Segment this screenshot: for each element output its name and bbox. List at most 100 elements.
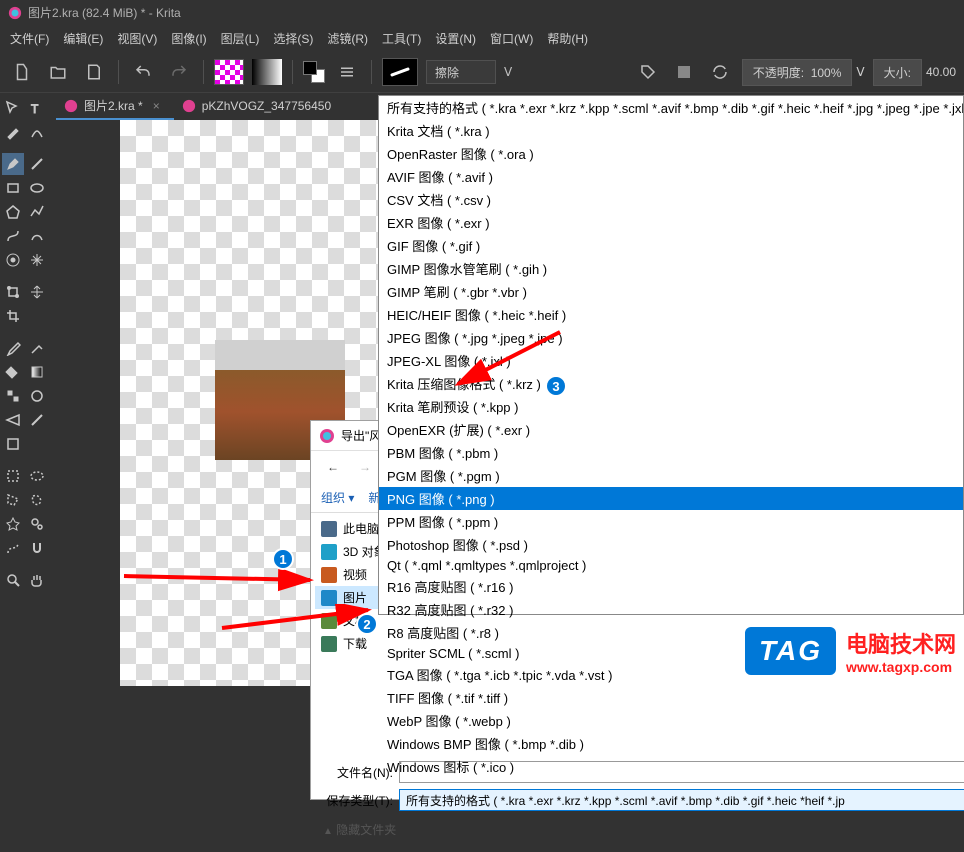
filetype-combo[interactable]: 所有支持的格式 ( *.kra *.exr *.krz *.kpp *.scml… — [399, 789, 964, 811]
format-option[interactable]: EXR 图像 ( *.exr ) — [379, 211, 963, 234]
pattern-tool-icon[interactable] — [2, 385, 24, 407]
menu-image[interactable]: 图像(I) — [165, 27, 212, 50]
opacity-label-button[interactable]: 不透明度: 100% — [742, 59, 853, 86]
pan-tool-icon[interactable] — [26, 569, 48, 591]
blend-mode-input[interactable] — [426, 60, 496, 84]
format-option[interactable]: Photoshop 图像 ( *.psd ) — [379, 533, 963, 556]
ellipse-select-icon[interactable] — [26, 465, 48, 487]
format-option[interactable]: PBM 图像 ( *.pbm ) — [379, 441, 963, 464]
format-option[interactable]: GIF 图像 ( *.gif ) — [379, 234, 963, 257]
format-option[interactable]: R16 高度贴图 ( *.r16 ) — [379, 575, 963, 598]
format-option[interactable]: CSV 文档 ( *.csv ) — [379, 188, 963, 211]
polyline-tool-icon[interactable] — [26, 201, 48, 223]
pattern-swatch[interactable] — [214, 59, 244, 85]
menu-filter[interactable]: 滤镜(R) — [321, 27, 374, 50]
menu-tools[interactable]: 工具(T) — [376, 27, 427, 50]
menu-file[interactable]: 文件(F) — [4, 27, 55, 50]
move-layer-icon[interactable] — [26, 281, 48, 303]
save-file-button[interactable] — [80, 58, 108, 86]
nav-back-button[interactable]: ← — [319, 455, 347, 479]
redo-button[interactable] — [165, 58, 193, 86]
gradient-swatch[interactable] — [252, 59, 282, 85]
reload-icon[interactable] — [706, 58, 734, 86]
format-option[interactable]: Krita 笔刷预设 ( *.kpp ) — [379, 395, 963, 418]
open-file-button[interactable] — [44, 58, 72, 86]
shape-edit-icon[interactable] — [2, 121, 24, 143]
menu-window[interactable]: 窗口(W) — [484, 27, 539, 50]
brush-preview[interactable] — [382, 58, 418, 86]
contiguous-select-icon[interactable] — [2, 513, 24, 535]
lasso-select-icon[interactable] — [26, 489, 48, 511]
calligraphy-icon[interactable] — [26, 121, 48, 143]
swatch-menu-icon[interactable] — [333, 58, 361, 86]
format-option[interactable]: TIFF 图像 ( *.tif *.tiff ) — [379, 686, 963, 709]
format-option[interactable]: GIMP 图像水管笔刷 ( *.gih ) — [379, 257, 963, 280]
format-option[interactable]: OpenRaster 图像 ( *.ora ) — [379, 142, 963, 165]
format-option[interactable]: HEIC/HEIF 图像 ( *.heic *.heif ) — [379, 303, 963, 326]
format-option[interactable]: Windows BMP 图像 ( *.bmp *.dib ) — [379, 732, 963, 755]
similar-select-icon[interactable] — [26, 513, 48, 535]
ellipse-tool-icon[interactable] — [26, 177, 48, 199]
close-icon[interactable]: × — [153, 99, 160, 113]
bezier-select-icon[interactable] — [2, 537, 24, 559]
format-option[interactable]: PGM 图像 ( *.pgm ) — [379, 464, 963, 487]
menu-select[interactable]: 选择(S) — [267, 27, 319, 50]
format-option[interactable]: 所有支持的格式 ( *.kra *.exr *.krz *.kpp *.scml… — [379, 96, 963, 119]
assist-tool-icon[interactable] — [2, 409, 24, 431]
nav-forward-button[interactable]: → — [351, 455, 379, 479]
rect-select-icon[interactable] — [2, 465, 24, 487]
smart-fill-icon[interactable] — [26, 385, 48, 407]
format-option[interactable]: WebP 图像 ( *.webp ) — [379, 709, 963, 732]
measure-tool-icon[interactable] — [26, 409, 48, 431]
format-option[interactable]: JPEG 图像 ( *.jpg *.jpeg *.jpe ) — [379, 326, 963, 349]
eyedropper-icon[interactable] — [2, 337, 24, 359]
format-option[interactable]: Qt ( *.qml *.qmltypes *.qmlproject ) — [379, 556, 963, 575]
polygon-tool-icon[interactable] — [2, 201, 24, 223]
bezier-tool-icon[interactable] — [2, 225, 24, 247]
dropdown-icon[interactable]: ᐯ — [856, 65, 864, 79]
format-option[interactable]: GIMP 笔刷 ( *.gbr *.vbr ) — [379, 280, 963, 303]
rect-tool-icon[interactable] — [2, 177, 24, 199]
color-swap[interactable] — [303, 61, 325, 83]
format-option[interactable]: Windows 图标 ( *.ico ) — [379, 755, 963, 778]
ref-tool-icon[interactable] — [2, 433, 24, 455]
tab-document-2[interactable]: pKZhVOGZ_347756450 — [174, 93, 345, 120]
menu-layer[interactable]: 图层(L) — [215, 27, 266, 50]
tab-document-1[interactable]: 图片2.kra * × — [56, 93, 174, 120]
dynamic-brush-icon[interactable] — [2, 249, 24, 271]
undo-button[interactable] — [129, 58, 157, 86]
menu-settings[interactable]: 设置(N) — [429, 27, 482, 50]
move-tool-icon[interactable] — [2, 97, 24, 119]
tag-icon[interactable] — [634, 58, 662, 86]
picker-icon[interactable] — [26, 337, 48, 359]
format-option[interactable]: JPEG-XL 图像 ( *.jxl ) — [379, 349, 963, 372]
dropdown-icon[interactable]: ᐯ — [504, 65, 512, 79]
magnetic-select-icon[interactable] — [26, 537, 48, 559]
fill-tool-icon[interactable] — [2, 361, 24, 383]
text-tool-icon[interactable]: T — [26, 97, 48, 119]
brush-tool-icon[interactable] — [2, 153, 24, 175]
zoom-tool-icon[interactable] — [2, 569, 24, 591]
format-option[interactable]: PPM 图像 ( *.ppm ) — [379, 510, 963, 533]
line-tool-icon[interactable] — [26, 153, 48, 175]
format-option[interactable]: AVIF 图像 ( *.avif ) — [379, 165, 963, 188]
multibrush-icon[interactable] — [26, 249, 48, 271]
new-file-button[interactable] — [8, 58, 36, 86]
crop-tool-icon[interactable] — [2, 305, 24, 327]
format-option[interactable]: PNG 图像 ( *.png ) — [379, 487, 963, 510]
organize-button[interactable]: 组织 ▾ — [321, 489, 354, 506]
transform-tool-icon[interactable] — [2, 281, 24, 303]
hide-folders-toggle[interactable]: ▲ 隐藏文件夹 — [323, 821, 396, 838]
freehand-tool-icon[interactable] — [26, 225, 48, 247]
format-option[interactable]: R32 高度贴图 ( *.r32 ) — [379, 598, 963, 621]
size-value[interactable]: 40.00 — [926, 65, 956, 79]
gradient-tool-icon[interactable] — [26, 361, 48, 383]
menu-help[interactable]: 帮助(H) — [541, 27, 594, 50]
format-option[interactable]: Krita 文档 ( *.kra ) — [379, 119, 963, 142]
alpha-icon[interactable] — [670, 58, 698, 86]
poly-select-icon[interactable] — [2, 489, 24, 511]
menu-edit[interactable]: 编辑(E) — [57, 27, 109, 50]
format-option[interactable]: Krita 压缩图像格式 ( *.krz ) — [379, 372, 963, 395]
format-option[interactable]: OpenEXR (扩展) ( *.exr ) — [379, 418, 963, 441]
menu-view[interactable]: 视图(V) — [111, 27, 163, 50]
